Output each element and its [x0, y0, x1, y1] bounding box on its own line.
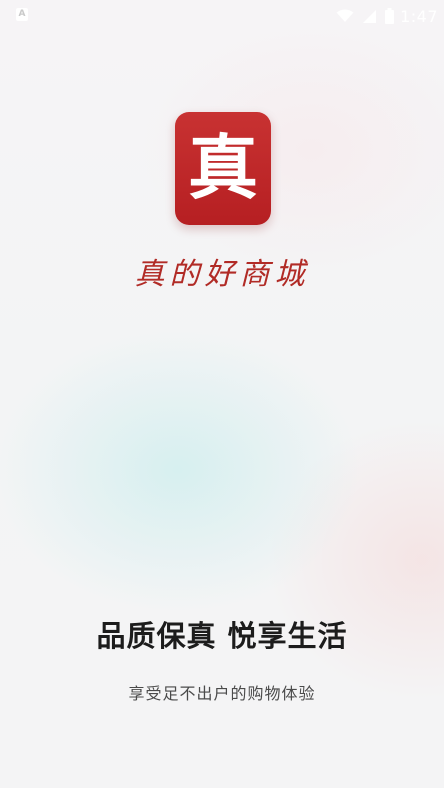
tagline: 品质保真 悦享生活 [96, 619, 348, 653]
app-slogan: 真的好商城 [134, 257, 310, 292]
notification-icon: A [16, 8, 28, 21]
status-right-group: 1:47 [336, 4, 438, 28]
status-time: 1:47 [400, 6, 438, 26]
subtagline: 享受足不出户的购物体验 [128, 684, 316, 703]
status-bar: A 1:47 [0, 0, 444, 32]
wifi-icon [336, 9, 354, 23]
app-logo: 真 [175, 112, 271, 225]
app-logo-glyph: 真 [188, 125, 258, 209]
battery-icon [385, 8, 395, 24]
signal-icon [362, 9, 377, 24]
